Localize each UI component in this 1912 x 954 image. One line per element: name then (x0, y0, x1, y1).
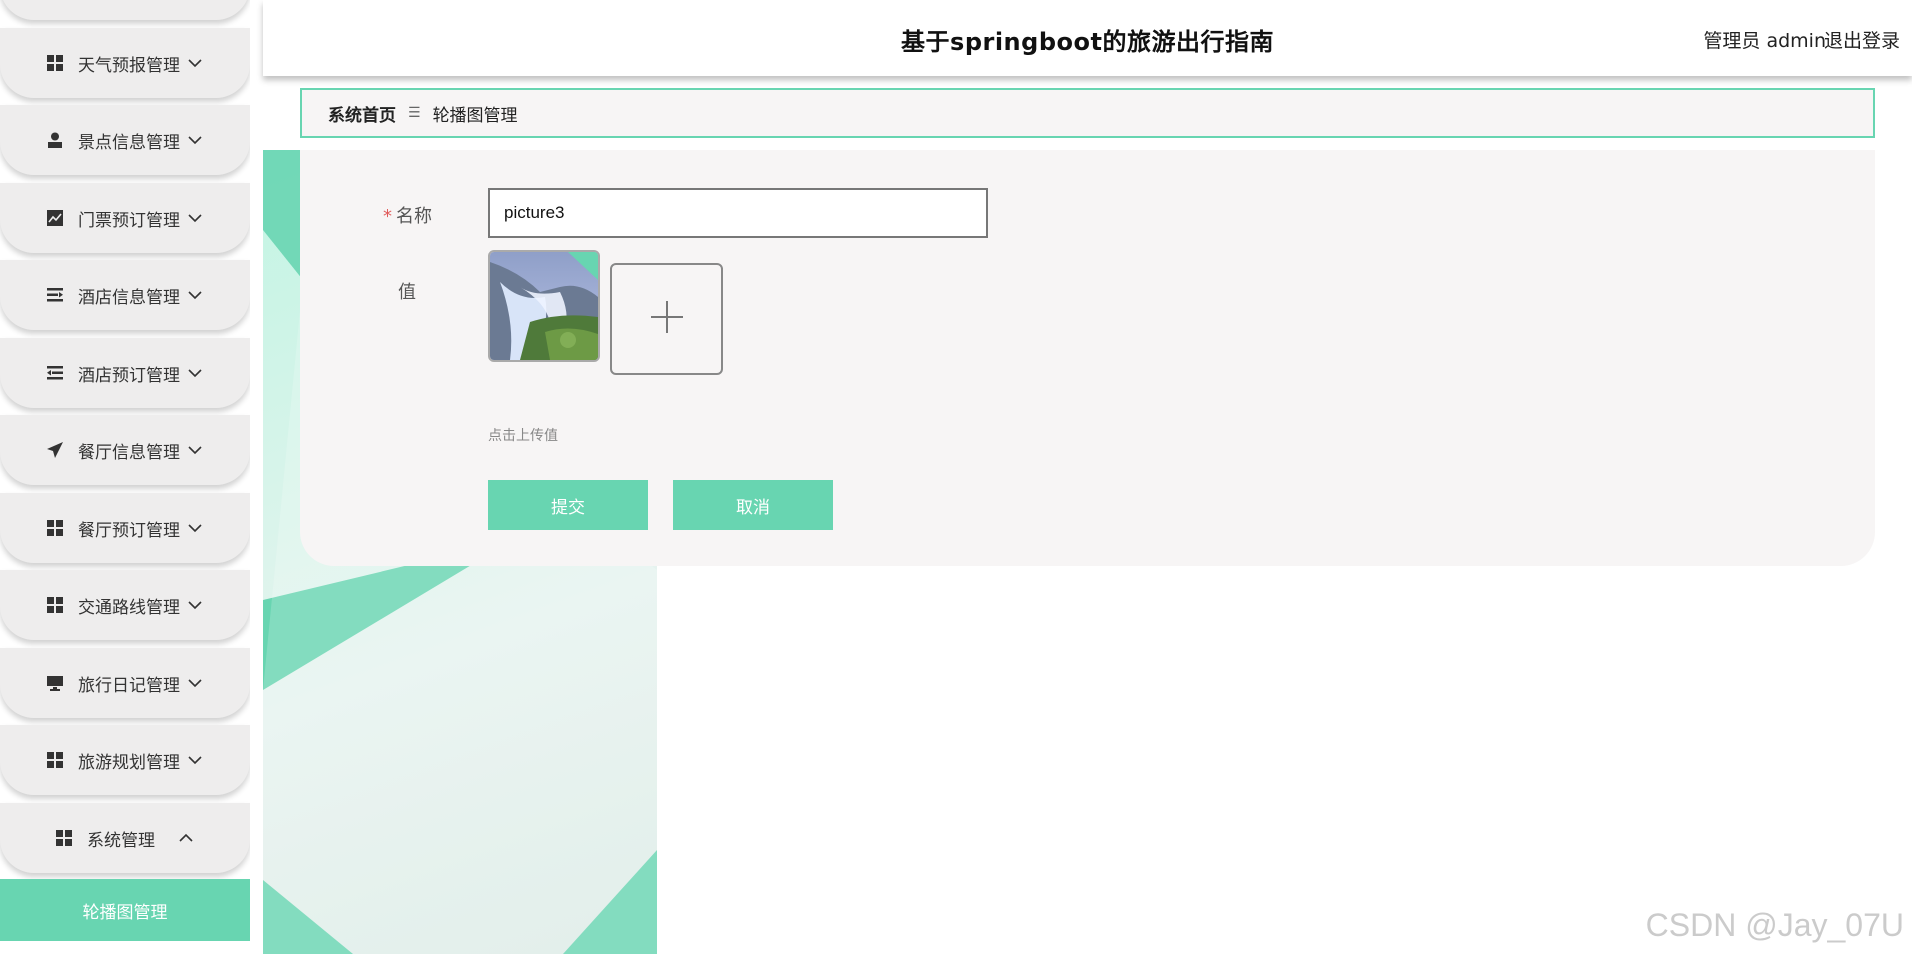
sidebar-item-top-partial[interactable] (0, 0, 250, 20)
app-title: 基于springboot的旅游出行指南 (901, 28, 1274, 56)
sidebar-item-weather[interactable]: 天气预报管理 (0, 28, 250, 98)
sidebar-item-label: 酒店预订管理 (78, 365, 180, 386)
chevron-up-icon (177, 829, 195, 847)
logout-link[interactable]: 退出登录 (1824, 26, 1900, 53)
breadcrumb-current: 轮播图管理 (432, 105, 518, 126)
chevron-down-icon (186, 364, 204, 382)
person-icon (46, 131, 64, 149)
sidebar-item-hotel-info[interactable]: 酒店信息管理 (0, 260, 250, 330)
uploaded-image-thumbnail[interactable] (488, 250, 600, 362)
upload-tip: 点击上传值 (488, 428, 558, 444)
sidebar: 天气预报管理 景点信息管理 门票预订管理 酒店信息管理 酒店预订管理 餐厅信息管… (0, 0, 250, 954)
required-marker: * (383, 206, 392, 227)
sidebar-subitem-carousel[interactable]: 轮播图管理 (0, 879, 250, 941)
sidebar-item-diary[interactable]: 旅行日记管理 (0, 648, 250, 718)
waterfall-image (490, 252, 598, 360)
value-label: 值 (398, 282, 416, 303)
sidebar-item-hotel-booking[interactable]: 酒店预订管理 (0, 338, 250, 408)
sidebar-item-system[interactable]: 系统管理 (0, 803, 250, 873)
list-outdent-icon (46, 364, 64, 382)
plus-icon (649, 299, 685, 339)
sidebar-item-scenic[interactable]: 景点信息管理 (0, 105, 250, 175)
chart-icon (46, 209, 64, 227)
grid-icon (46, 596, 64, 614)
monitor-icon (46, 674, 64, 692)
watermark: CSDN @Jay_07U (1645, 907, 1904, 943)
chevron-down-icon (186, 519, 204, 537)
sidebar-item-label: 旅游规划管理 (78, 752, 180, 773)
sidebar-item-restaurant-info[interactable]: 餐厅信息管理 (0, 415, 250, 485)
sidebar-item-traffic[interactable]: 交通路线管理 (0, 570, 250, 640)
chevron-down-icon (186, 674, 204, 692)
chevron-down-icon (186, 54, 204, 72)
sidebar-item-label: 天气预报管理 (78, 55, 180, 76)
chevron-down-icon (186, 751, 204, 769)
name-input[interactable] (488, 188, 988, 238)
grid-icon (55, 829, 73, 847)
paper-plane-icon (46, 441, 64, 459)
chevron-down-icon (186, 596, 204, 614)
breadcrumb-separator-icon: ☰ (408, 105, 421, 121)
sidebar-item-label: 餐厅预订管理 (78, 520, 180, 541)
sidebar-item-label: 旅行日记管理 (78, 675, 180, 696)
sidebar-item-planning[interactable]: 旅游规划管理 (0, 725, 250, 795)
current-user: 管理员 admin (1703, 30, 1826, 52)
sidebar-item-label: 酒店信息管理 (78, 287, 180, 308)
grid-icon (46, 751, 64, 769)
sidebar-item-label: 景点信息管理 (78, 132, 180, 153)
chevron-down-icon (186, 441, 204, 459)
chevron-down-icon (186, 286, 204, 304)
submit-button[interactable]: 提交 (488, 480, 648, 530)
chevron-down-icon (186, 209, 204, 227)
sidebar-item-restaurant-booking[interactable]: 餐厅预订管理 (0, 493, 250, 563)
list-indent-icon (46, 286, 64, 304)
cancel-button[interactable]: 取消 (673, 480, 833, 530)
sidebar-item-label: 交通路线管理 (78, 597, 180, 618)
upload-button[interactable] (610, 263, 723, 375)
sidebar-item-ticket[interactable]: 门票预订管理 (0, 183, 250, 253)
name-label: * 名称 (383, 206, 432, 227)
grid-icon (46, 54, 64, 72)
sidebar-item-label: 门票预订管理 (78, 210, 180, 231)
grid-icon (46, 519, 64, 537)
breadcrumb-home[interactable]: 系统首页 (328, 101, 396, 126)
top-header: 基于springboot的旅游出行指南 管理员 admin 退出登录 (263, 0, 1912, 76)
breadcrumb: 系统首页 ☰ 轮播图管理 (300, 88, 1875, 138)
sidebar-item-label: 系统管理 (87, 830, 155, 851)
sidebar-item-label: 餐厅信息管理 (78, 442, 180, 463)
chevron-down-icon (186, 131, 204, 149)
